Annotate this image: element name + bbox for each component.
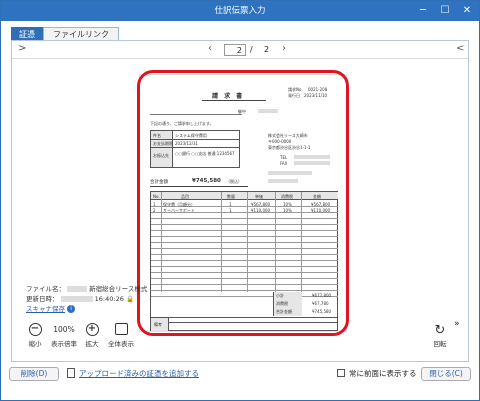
viewer-toolbar: − 縮小 100% 表示倍率 + 拡大 全体表示 ↻ 回転 »: [12, 319, 468, 361]
fit-all-label: 全体表示: [108, 340, 134, 348]
always-front-checkbox[interactable]: [337, 369, 345, 377]
window: 仕訳伝票入力 ─ ☐ ✕ 証憑 ファイルリンク > ‹ 2 / 2 › < 請 …: [0, 0, 480, 401]
collapse-right-icon[interactable]: <: [456, 43, 464, 54]
rotate-button[interactable]: ↻ 回転: [430, 323, 450, 348]
zoom-rate-label: 表示倍率: [51, 340, 77, 348]
plus-icon: +: [85, 323, 99, 336]
minimize-icon[interactable]: ─: [413, 3, 433, 19]
add-uploaded-link[interactable]: アップロード済みの証憑を追加する: [79, 368, 199, 379]
lock-icon: 🔒: [125, 295, 135, 303]
scan-row: スキャナ保存 i: [26, 303, 147, 313]
page-number-input[interactable]: 2: [224, 44, 246, 56]
rotate-label: 回転: [433, 340, 447, 348]
window-title: 仕訳伝票入力: [214, 6, 266, 16]
zoom-in-button[interactable]: + 拡大: [80, 323, 104, 348]
updated-label: 更新日時：: [26, 295, 59, 303]
updated-row: 更新日時： 16:40:26 🔒: [26, 293, 147, 303]
info-icon[interactable]: i: [67, 305, 76, 313]
scan-label[interactable]: スキャナ保存: [26, 305, 65, 313]
page-separator: /: [250, 45, 253, 54]
prev-page-icon[interactable]: ‹: [208, 43, 212, 54]
zoom-value: 100%: [53, 325, 75, 334]
document-link-icon: [67, 368, 75, 378]
file-name-row: ファイル名： 新宿総合リース株式: [26, 283, 147, 293]
redacted-text: [67, 286, 88, 292]
rotate-icon: ↻: [434, 323, 446, 338]
updated-value: 16:40:26: [94, 295, 124, 303]
redacted-text: [60, 296, 93, 302]
tab-file-link[interactable]: ファイルリンク: [43, 27, 119, 41]
collapse-left-icon[interactable]: >: [18, 43, 26, 54]
next-page-icon[interactable]: ›: [282, 43, 286, 54]
fit-screen-icon: [114, 323, 128, 335]
viewer-panel: > ‹ 2 / 2 › < 請 求 書 請求No. 0021-208 発行日 2…: [11, 40, 469, 362]
page-total: 2: [264, 45, 270, 54]
pager: > ‹ 2 / 2 › <: [12, 41, 468, 59]
zoom-out-button[interactable]: − 縮小: [22, 323, 48, 348]
always-front-label: 常に前面に表示する: [349, 369, 417, 378]
double-chevron-down-icon[interactable]: »: [454, 319, 460, 329]
footer: 削除(D) アップロード済みの証憑を追加する 常に前面に表示する 閉じる(C): [1, 364, 479, 400]
file-info: ファイル名： 新宿総合リース株式 更新日時： 16:40:26 🔒 スキャナ保存…: [26, 283, 147, 313]
close-button[interactable]: 閉じる(C): [421, 367, 471, 381]
tab-evidence[interactable]: 証憑: [11, 27, 43, 41]
zoom-in-label: 拡大: [85, 340, 99, 348]
minus-icon: −: [28, 323, 42, 336]
delete-button[interactable]: 削除(D): [9, 367, 59, 381]
zoom-rate[interactable]: 100% 表示倍率: [48, 323, 80, 348]
zoom-out-label: 縮小: [28, 340, 42, 348]
fit-all-button[interactable]: 全体表示: [106, 323, 136, 348]
highlight-frame: [137, 70, 349, 336]
title-bar: 仕訳伝票入力 ─ ☐ ✕: [1, 1, 479, 21]
file-label: ファイル名：: [26, 285, 65, 293]
file-value: 新宿総合リース株式: [89, 285, 148, 293]
close-icon[interactable]: ✕: [457, 3, 477, 19]
maximize-icon[interactable]: ☐: [435, 3, 455, 19]
